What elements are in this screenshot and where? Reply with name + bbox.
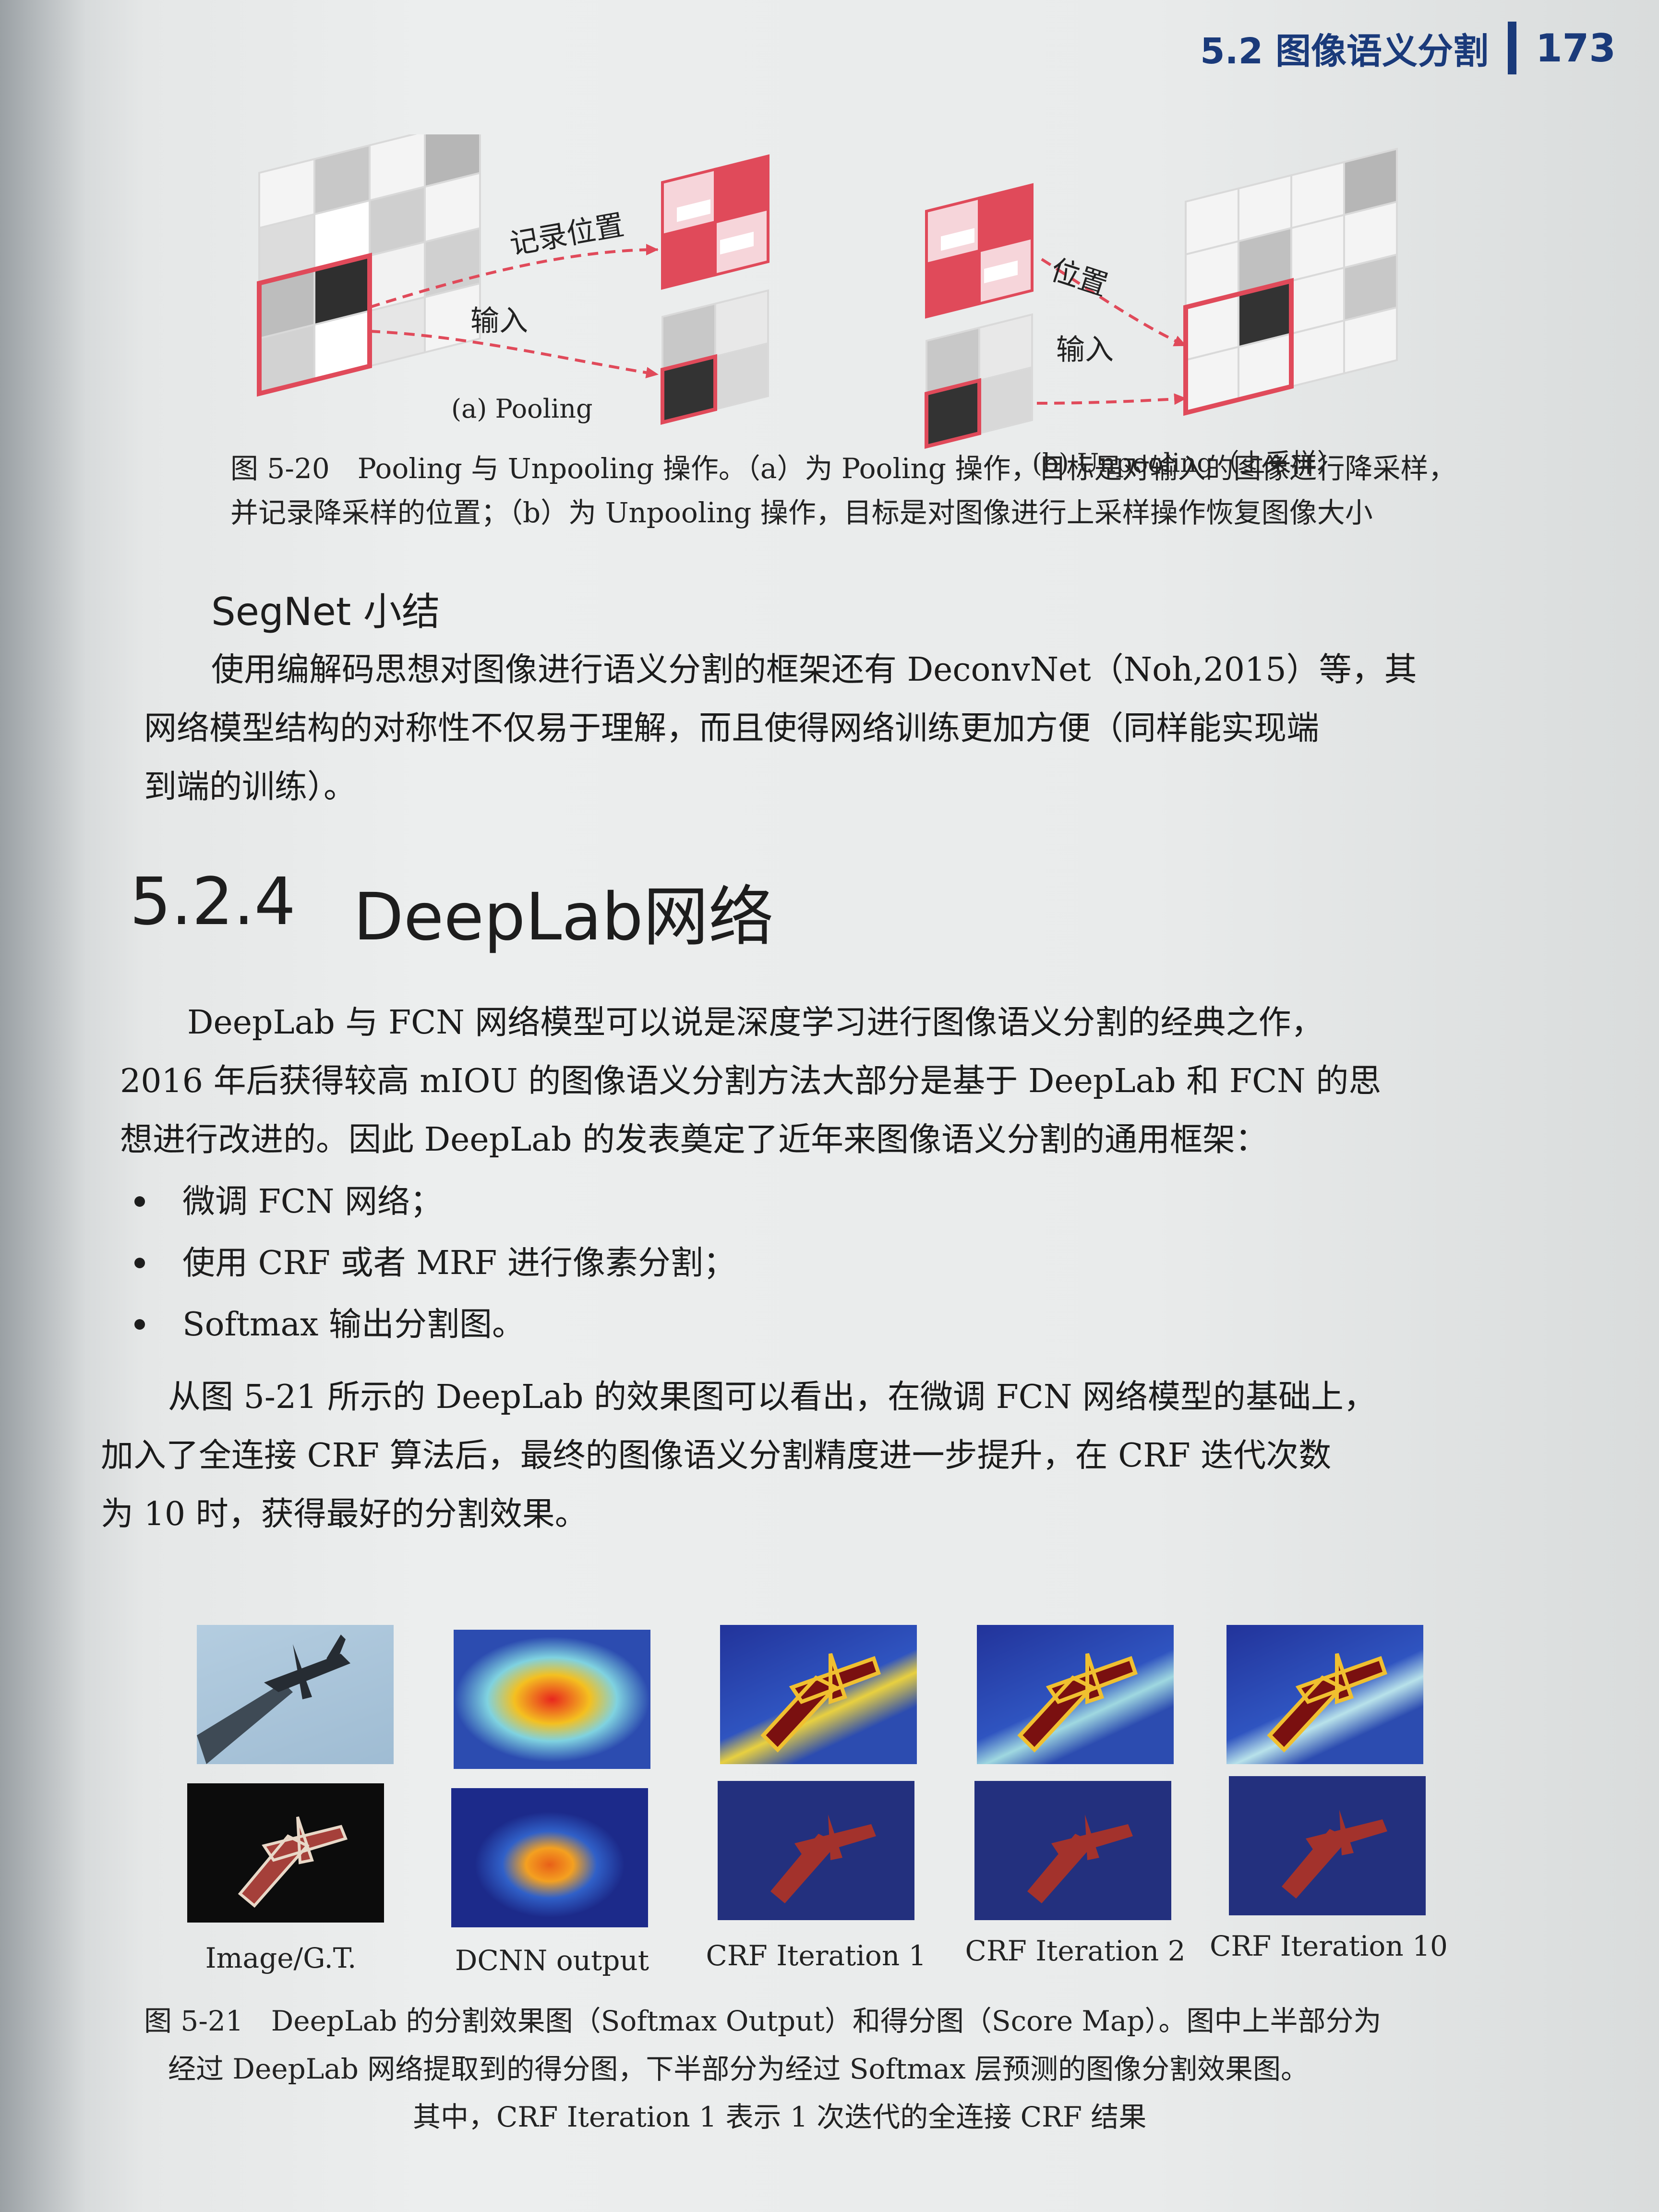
column-label-crf-1: CRF Iteration 1 bbox=[706, 1939, 926, 1972]
intro-line-3: 想进行改进的。因此 DeepLab 的发表奠定了近年来图像语义分割的通用框架： bbox=[120, 1121, 1268, 1159]
list-item: 使用 CRF 或者 MRF 进行像素分割； bbox=[120, 1233, 1464, 1294]
section-name: DeepLab网络 bbox=[353, 879, 774, 955]
column-label-dcnn-output: DCNN output bbox=[455, 1944, 649, 1977]
column-label-crf-2: CRF Iteration 2 bbox=[965, 1935, 1186, 1967]
result-line-2: 加入了全连接 CRF 算法后，最终的图像语义分割精度进一步提升，在 CRF 迭代… bbox=[101, 1437, 1332, 1475]
segnet-line-3: 到端的训练）。 bbox=[144, 768, 357, 806]
pooling-input-grid bbox=[257, 134, 481, 397]
segnet-line-1: 使用编解码思想对图像进行语义分割的框架还有 DeconvNet（Noh,2015… bbox=[211, 651, 1417, 689]
figure-5-21-caption-line-3: 其中，CRF Iteration 1 表示 1 次迭代的全连接 CRF 结果 bbox=[413, 2101, 1147, 2133]
label-input-a: 输入 bbox=[470, 304, 528, 338]
airplane-segmentation bbox=[1027, 1815, 1133, 1903]
figure-5-21-caption: 图 5-21 DeepLab 的分割效果图（Softmax Output）和得分… bbox=[144, 1997, 1536, 2141]
header-section-title: 5.2 图像语义分割 bbox=[1200, 30, 1489, 72]
pooling-position-grid bbox=[661, 154, 769, 290]
dcnn-score-map bbox=[454, 1630, 650, 1769]
page-number: 173 bbox=[1536, 25, 1616, 71]
section-title: 5.2.4 DeepLab网络 bbox=[130, 864, 774, 959]
segnet-paragraph: 使用编解码思想对图像进行语义分割的框架还有 DeconvNet（Noh,2015… bbox=[144, 641, 1536, 817]
book-page: 5.2 图像语义分割 173 记录位置 输入 位置 输入 (a) Pooling… bbox=[0, 0, 1659, 2212]
image-original bbox=[197, 1625, 394, 1764]
figure-5-21-caption-line-2: 经过 DeepLab 网络提取到的得分图，下半部分为经过 Softmax 层预测… bbox=[168, 2053, 1309, 2085]
intro-line-1: DeepLab 与 FCN 网络模型可以说是深度学习进行图像语义分割的经典之作， bbox=[187, 1004, 1324, 1042]
crf1-score-map bbox=[720, 1625, 917, 1764]
deeplab-feature-list: 微调 FCN 网络； 使用 CRF 或者 MRF 进行像素分割； Softmax… bbox=[120, 1171, 1464, 1356]
figure-5-20-caption: 图 5-20 Pooling 与 Unpooling 操作。（a）为 Pooli… bbox=[230, 446, 1488, 535]
dcnn-softmax-output bbox=[451, 1788, 648, 1927]
column-label-image-gt: Image/G.T. bbox=[205, 1942, 357, 1974]
figure-5-21-caption-line-1: 图 5-21 DeepLab 的分割效果图（Softmax Output）和得分… bbox=[144, 2005, 1382, 2037]
crf10-score-map bbox=[1226, 1625, 1423, 1764]
result-line-3: 为 10 时，获得最好的分割效果。 bbox=[101, 1495, 588, 1533]
list-item: Softmax 输出分割图。 bbox=[120, 1294, 1464, 1356]
airplane-segmentation bbox=[770, 1815, 876, 1903]
unpooling-position-grid bbox=[925, 183, 1034, 319]
crf2-score-map bbox=[977, 1625, 1174, 1764]
figure-5-20-caption-line-2: 并记录降采样的位置；（b）为 Unpooling 操作，目标是对图像进行上采样操… bbox=[230, 496, 1373, 529]
segnet-heading: SegNet 小结 bbox=[211, 589, 440, 634]
crf1-softmax-output bbox=[718, 1781, 914, 1920]
airplane-photo bbox=[197, 1635, 350, 1764]
subfigure-a-label: (a) Pooling bbox=[451, 394, 593, 424]
figure-5-20-caption-line-1: 图 5-20 Pooling 与 Unpooling 操作。（a）为 Pooli… bbox=[230, 452, 1456, 485]
label-input-b: 输入 bbox=[1056, 333, 1114, 367]
airplane-mask bbox=[238, 1816, 348, 1908]
segnet-line-2: 网络模型结构的对称性不仅易于理解，而且使得网络训练更加方便（同样能实现端 bbox=[144, 709, 1320, 747]
list-item: 微调 FCN 网络； bbox=[120, 1171, 1464, 1233]
airplane-segmentation bbox=[1282, 1810, 1387, 1899]
crf2-softmax-output bbox=[974, 1781, 1171, 1920]
section-number: 5.2.4 bbox=[130, 864, 296, 940]
header-divider bbox=[1508, 22, 1516, 74]
unpooling-input-grid bbox=[925, 313, 1033, 449]
column-label-crf-10: CRF Iteration 10 bbox=[1210, 1930, 1448, 1962]
running-header: 5.2 图像语义分割 173 bbox=[1200, 19, 1616, 77]
unpooling-output-grid bbox=[1183, 147, 1398, 416]
figure-5-20-diagram bbox=[257, 134, 1398, 449]
airplane-silhouette bbox=[1017, 1653, 1138, 1753]
pooling-output-grid bbox=[661, 289, 769, 425]
deeplab-intro-paragraph: DeepLab 与 FCN 网络模型可以说是深度学习进行图像语义分割的经典之作，… bbox=[120, 994, 1551, 1169]
arrow-input-b bbox=[1036, 393, 1187, 405]
crf10-softmax-output bbox=[1229, 1776, 1426, 1915]
airplane-silhouette bbox=[1267, 1653, 1388, 1753]
result-line-1: 从图 5-21 所示的 DeepLab 的效果图可以看出，在微调 FCN 网络模… bbox=[168, 1378, 1376, 1416]
ground-truth bbox=[187, 1783, 384, 1923]
intro-line-2: 2016 年后获得较高 mIOU 的图像语义分割方法大部分是基于 DeepLab… bbox=[120, 1062, 1382, 1100]
deeplab-result-paragraph: 从图 5-21 所示的 DeepLab 的效果图可以看出，在微调 FCN 网络模… bbox=[101, 1368, 1551, 1544]
airplane-silhouette bbox=[760, 1653, 881, 1753]
